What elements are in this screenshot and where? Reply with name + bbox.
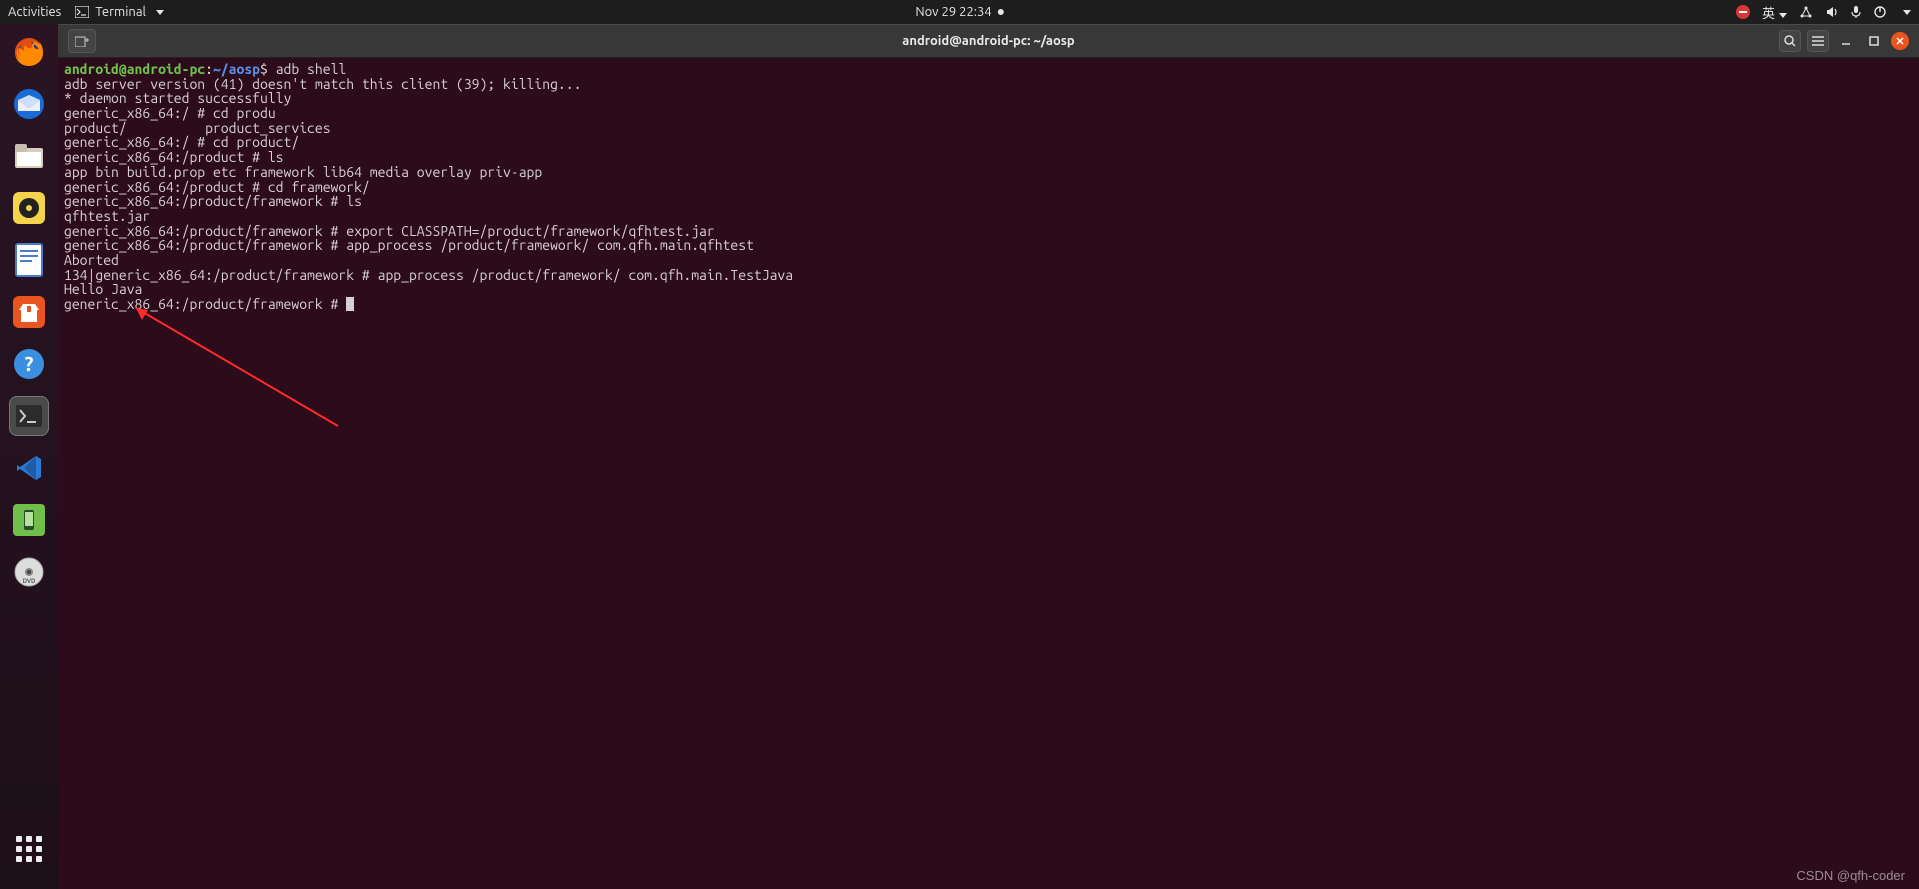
term-line: generic_x86_64:/product # cd framework/ [64, 179, 370, 195]
thunderbird-icon [12, 87, 46, 121]
search-button[interactable] [1779, 30, 1801, 52]
files-icon [13, 142, 45, 170]
terminal-window: android@android-pc: ~/aosp android@andro… [58, 24, 1919, 889]
terminal-icon [16, 405, 42, 427]
dock-software[interactable] [9, 292, 49, 332]
rhythmbox-icon [13, 192, 45, 224]
chevron-down-icon [1779, 13, 1787, 18]
close-icon [1896, 37, 1904, 45]
term-line: generic_x86_64:/product/framework # expo… [64, 223, 715, 239]
power-icon[interactable] [1873, 5, 1887, 19]
window-title: android@android-pc: ~/aosp [902, 34, 1074, 48]
input-language[interactable]: 英 [1762, 3, 1787, 22]
gnome-topbar: Activities Terminal Nov 29 22:34 英 [0, 0, 1919, 24]
term-line: app bin build.prop etc framework lib64 m… [64, 164, 542, 180]
dock-thunderbird[interactable] [9, 84, 49, 124]
app-menu[interactable]: Terminal [75, 5, 164, 19]
term-line: adb server version (41) doesn't match th… [64, 76, 581, 92]
term-line: generic_x86_64:/ # cd produ [64, 105, 276, 121]
term-line: Hello Java [64, 281, 142, 297]
ubuntu-software-icon [13, 296, 45, 328]
cursor [346, 297, 354, 311]
dock-rhythmbox[interactable] [9, 188, 49, 228]
clock-label: Nov 29 22:34 [915, 5, 991, 19]
chevron-down-icon [1903, 10, 1911, 15]
annotation-arrow [118, 296, 348, 436]
show-applications[interactable] [9, 829, 49, 869]
dock: ? DVD [0, 24, 58, 889]
dock-android-studio[interactable] [9, 500, 49, 540]
prompt-path: ~/aosp [213, 61, 260, 77]
term-line: * daemon started successfully [64, 90, 291, 106]
dock-vscode[interactable] [9, 448, 49, 488]
term-line: generic_x86_64:/product/framework # app_… [64, 237, 754, 253]
clock[interactable]: Nov 29 22:34 [915, 5, 1003, 19]
term-line: generic_x86_64:/product/framework # [64, 296, 346, 312]
dock-terminal[interactable] [9, 396, 49, 436]
terminal-body[interactable]: android@android-pc:~/aosp$ adb shell adb… [58, 58, 1919, 889]
network-icon[interactable] [1799, 5, 1813, 19]
term-line: qfhtest.jar [64, 208, 150, 224]
libreoffice-writer-icon [15, 243, 43, 277]
new-tab-button[interactable] [68, 29, 96, 53]
search-icon [1784, 35, 1796, 47]
notification-dot-icon [998, 9, 1004, 15]
maximize-button[interactable] [1863, 30, 1885, 52]
dock-firefox[interactable] [9, 32, 49, 72]
microphone-icon[interactable] [1851, 5, 1861, 19]
maximize-icon [1869, 36, 1879, 46]
app-menu-label: Terminal [95, 5, 146, 19]
term-line: Aborted [64, 252, 119, 268]
vscode-icon [14, 453, 44, 483]
dock-writer[interactable] [9, 240, 49, 280]
minimize-button[interactable] [1835, 30, 1857, 52]
dock-help[interactable]: ? [9, 344, 49, 384]
prompt-sep: : [205, 61, 213, 77]
minimize-icon [1841, 36, 1851, 46]
volume-icon[interactable] [1825, 5, 1839, 19]
terminal-icon [75, 6, 89, 18]
watermark: CSDN @qfh-coder [1796, 869, 1905, 883]
new-tab-icon [75, 35, 89, 47]
apps-grid-icon [16, 836, 42, 862]
help-icon: ? [13, 348, 45, 380]
term-line: 134|generic_x86_64:/product/framework # … [64, 267, 793, 283]
do-not-disturb-icon[interactable] [1736, 5, 1750, 19]
titlebar: android@android-pc: ~/aosp [58, 24, 1919, 58]
input-language-label: 英 [1762, 7, 1775, 21]
term-line: generic_x86_64:/product/framework # ls [64, 193, 362, 209]
close-button[interactable] [1891, 32, 1909, 50]
prompt-dollar: $ [260, 61, 268, 77]
prompt-user: android@android-pc [64, 61, 205, 77]
chevron-down-icon [156, 10, 164, 15]
dvd-icon: DVD [13, 556, 45, 588]
activities-button[interactable]: Activities [8, 5, 61, 19]
android-icon [13, 504, 45, 536]
dock-dvd[interactable]: DVD [9, 552, 49, 592]
term-line: adb shell [268, 61, 346, 77]
svg-text:DVD: DVD [23, 578, 36, 585]
dock-files[interactable] [9, 136, 49, 176]
term-line: generic_x86_64:/ # cd product/ [64, 134, 299, 150]
hamburger-menu-button[interactable] [1807, 30, 1829, 52]
svg-text:?: ? [25, 352, 34, 375]
term-line: generic_x86_64:/product # ls [64, 149, 284, 165]
firefox-icon [12, 35, 46, 69]
hamburger-icon [1812, 36, 1824, 46]
term-line: product/ product_services [64, 120, 331, 136]
